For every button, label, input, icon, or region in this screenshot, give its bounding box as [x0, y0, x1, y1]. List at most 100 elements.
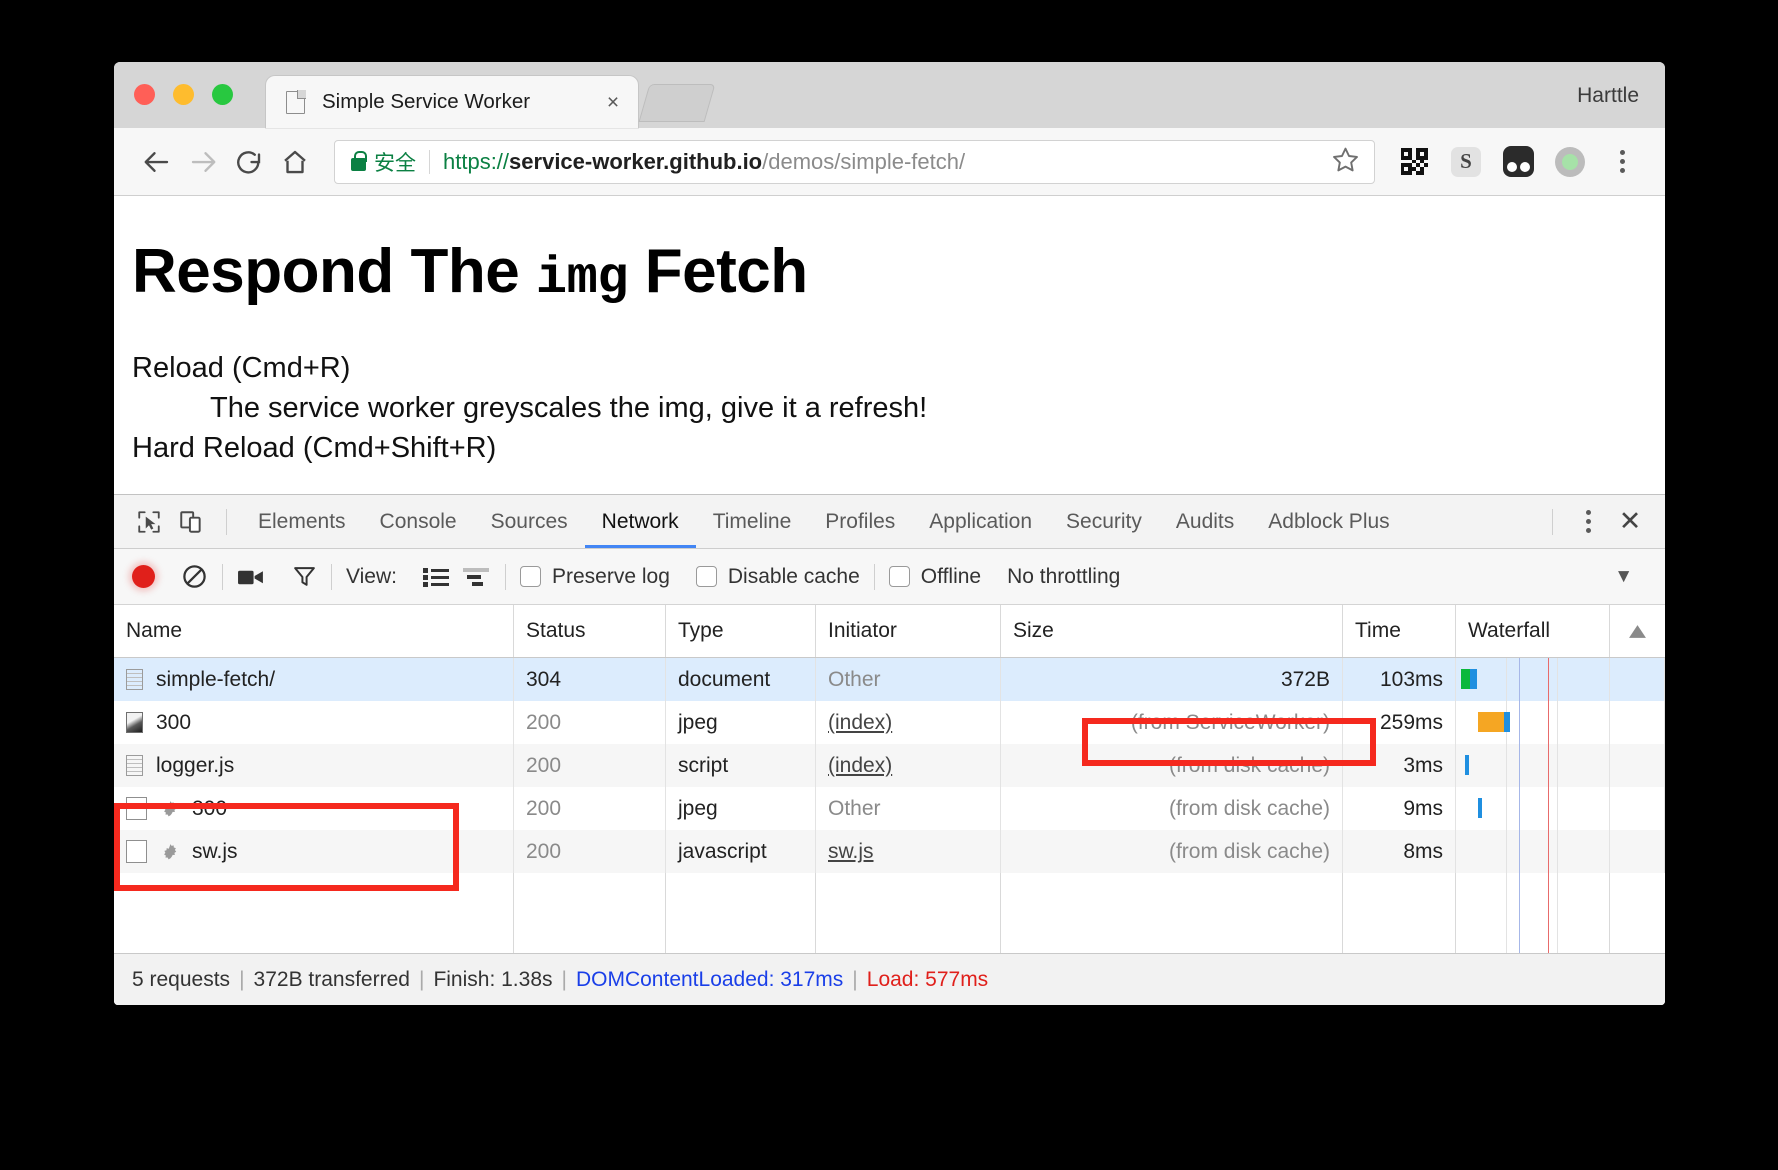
tab-title: Simple Service Worker	[322, 90, 531, 113]
column-header-waterfall[interactable]: Waterfall	[1456, 605, 1610, 657]
request-size: (from disk cache)	[1001, 744, 1343, 787]
page-title-part-1: Respond The	[132, 237, 536, 306]
request-initiator: Other	[816, 658, 1001, 701]
reload-icon[interactable]	[226, 139, 272, 185]
column-header-name[interactable]: Name	[114, 605, 514, 657]
tab-adblock-plus[interactable]: Adblock Plus	[1251, 495, 1406, 548]
url-scheme: https://	[443, 148, 510, 174]
forward-arrow-icon[interactable]	[180, 139, 226, 185]
column-header-status[interactable]: Status	[514, 605, 666, 657]
tab-profiles[interactable]: Profiles	[808, 495, 912, 548]
tab-network[interactable]: Network	[585, 495, 696, 548]
tab-application[interactable]: Application	[912, 495, 1049, 548]
row-checkbox[interactable]	[126, 797, 147, 820]
tab-security[interactable]: Security	[1049, 495, 1159, 548]
tab-timeline[interactable]: Timeline	[696, 495, 809, 548]
tab-console[interactable]: Console	[363, 495, 474, 548]
sort-ascending-icon[interactable]	[1610, 605, 1665, 657]
request-size: (from disk cache)	[1001, 830, 1343, 873]
request-time: 103ms	[1343, 658, 1456, 701]
camera-icon[interactable]	[237, 565, 266, 589]
column-header-time[interactable]: Time	[1343, 605, 1456, 657]
qr-code-icon[interactable]	[1391, 139, 1437, 185]
stylish-icon[interactable]: S	[1443, 139, 1489, 185]
table-row[interactable]: logger.js 200 script (index) (from disk …	[114, 744, 1665, 787]
security-label: 安全	[374, 151, 416, 175]
clear-icon[interactable]	[181, 563, 208, 590]
disable-cache-label: Disable cache	[727, 564, 860, 588]
close-icon[interactable]: ×	[600, 89, 626, 115]
request-time: 259ms	[1343, 701, 1456, 744]
profile-name-label[interactable]: Harttle	[1577, 84, 1639, 108]
initiator-link[interactable]: (index)	[828, 754, 892, 778]
request-time: 9ms	[1343, 787, 1456, 830]
filter-funnel-icon[interactable]	[292, 564, 317, 589]
record-button-icon[interactable]	[132, 565, 155, 588]
minimize-window-button[interactable]	[173, 84, 194, 105]
request-name: simple-fetch/	[156, 667, 276, 691]
load-time: Load: 577ms	[866, 967, 989, 991]
status-separator: |	[852, 967, 858, 991]
waterfall-view-icon[interactable]	[462, 566, 491, 588]
star-icon[interactable]	[1317, 145, 1360, 179]
page-title-part-2: Fetch	[628, 237, 808, 306]
maximize-window-button[interactable]	[212, 84, 233, 105]
initiator-link[interactable]: (index)	[828, 711, 892, 735]
throttling-select[interactable]: No throttling	[1007, 565, 1120, 589]
column-header-size[interactable]: Size	[1001, 605, 1343, 657]
waterfall-cell	[1456, 830, 1610, 873]
page-title-code: img	[535, 249, 629, 308]
table-row[interactable]: simple-fetch/ 304 document Other 372B 10…	[114, 658, 1665, 701]
status-separator: |	[561, 967, 567, 991]
kebab-menu-icon[interactable]	[1567, 501, 1609, 543]
omnibox-divider	[429, 149, 430, 174]
toolbar-divider	[873, 563, 875, 590]
devtools-tab-bar-right: ✕	[1538, 501, 1651, 543]
inspect-cursor-icon[interactable]	[128, 501, 170, 543]
close-icon[interactable]: ✕	[1609, 506, 1651, 537]
gear-icon	[162, 841, 179, 862]
document-file-icon	[126, 755, 143, 776]
adblock-plus-icon[interactable]	[1495, 139, 1541, 185]
request-time: 3ms	[1343, 744, 1456, 787]
transferred-size: 372B transferred	[253, 967, 410, 991]
column-header-initiator[interactable]: Initiator	[816, 605, 1001, 657]
document-icon	[286, 89, 306, 114]
status-separator: |	[239, 967, 245, 991]
url-text: https://service-worker.github.io/demos/s…	[443, 149, 965, 175]
back-arrow-icon[interactable]	[134, 139, 180, 185]
offline-label: Offline	[920, 564, 982, 588]
browser-tab[interactable]: Simple Service Worker ×	[266, 76, 638, 128]
address-bar[interactable]: 安全 https://service-worker.github.io/demo…	[334, 139, 1375, 184]
chevron-down-icon[interactable]: ▼	[1614, 566, 1647, 588]
list-view-icon[interactable]	[422, 566, 449, 588]
request-status: 200	[514, 787, 666, 830]
disable-cache-checkbox[interactable]: Disable cache	[695, 564, 860, 589]
url-host: service-worker.github.io	[509, 148, 763, 174]
finish-time: Finish: 1.38s	[433, 967, 553, 991]
waterfall-cell	[1456, 658, 1610, 701]
table-row[interactable]: 300 200 jpeg Other (from disk cache) 9ms	[114, 787, 1665, 830]
initiator-link[interactable]: sw.js	[828, 840, 874, 864]
table-row[interactable]: 300 200 jpeg (index) (from ServiceWorker…	[114, 701, 1665, 744]
preserve-log-checkbox[interactable]: Preserve log	[519, 565, 670, 589]
table-row[interactable]: sw.js 200 javascript sw.js (from disk ca…	[114, 830, 1665, 873]
request-initiator: Other	[816, 787, 1001, 830]
offline-checkbox[interactable]: Offline	[888, 564, 982, 589]
row-checkbox[interactable]	[126, 840, 147, 863]
column-header-type[interactable]: Type	[666, 605, 816, 657]
request-size: (from ServiceWorker)	[1001, 701, 1343, 744]
tab-sources[interactable]: Sources	[474, 495, 585, 548]
kebab-menu-icon[interactable]	[1599, 139, 1645, 185]
status-dot-icon[interactable]	[1547, 139, 1593, 185]
device-toolbar-icon[interactable]	[170, 501, 212, 543]
tab-audits[interactable]: Audits	[1159, 495, 1251, 548]
network-status-bar: 5 requests | 372B transferred | Finish: …	[114, 953, 1665, 1005]
home-icon[interactable]	[272, 139, 318, 185]
close-window-button[interactable]	[134, 84, 155, 105]
request-type: jpeg	[666, 787, 816, 830]
new-tab-button[interactable]	[638, 84, 716, 122]
network-toolbar: View: Preserve log Disable cache Offline	[114, 549, 1665, 605]
toolbar-divider	[504, 563, 506, 590]
tab-elements[interactable]: Elements	[241, 495, 363, 548]
